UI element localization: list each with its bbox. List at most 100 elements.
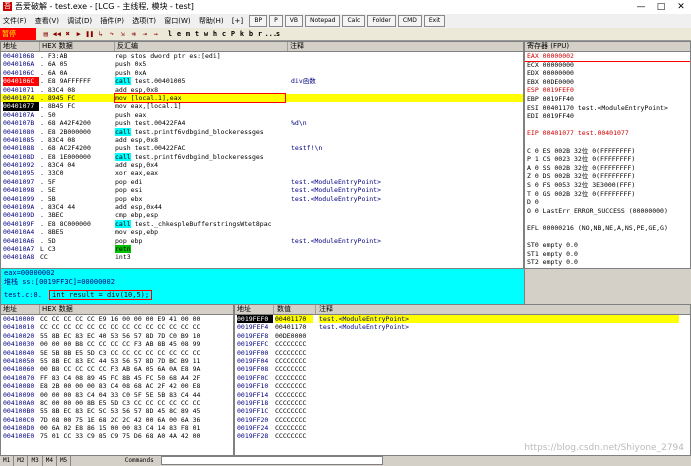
stack-row[interactable]: 0019FF08 CCCCCCCC — [235, 365, 690, 373]
table-row[interactable]: 0040109A . 83C4 44 add esp,0x44 — [1, 203, 523, 211]
stack-row[interactable]: 0019FF18 CCCCCCCC — [235, 399, 690, 407]
table-row[interactable]: 0040106C . 6A 0A push 0xA — [1, 69, 523, 77]
register-line[interactable] — [525, 232, 690, 241]
table-row[interactable]: 0040106C. E8 9AFFFFFF call test.00401005 d… — [1, 77, 523, 86]
tool-bp-button[interactable]: BP — [249, 15, 268, 27]
table-row[interactable]: 00401095 . 33C0 xor eax,eax — [1, 169, 523, 177]
register-line[interactable]: ST2 empty 0.0 — [525, 258, 690, 267]
table-row[interactable]: 00401099 . 5B pop ebx test.<ModuleEntryPoin… — [1, 195, 523, 203]
table-row[interactable]: 004010A4 . 8BE5 mov esp,ebp — [1, 228, 523, 236]
register-line[interactable]: EAX 00000002 — [525, 51, 690, 62]
register-line[interactable]: EBP 0019FF40 — [525, 95, 690, 104]
stack-row[interactable]: 0019FF0C CCCCCCCC — [235, 374, 690, 382]
disassembly-pane[interactable]: 地址 HEX 数据 反汇编 注释 00401068 . F3:AB rep stos… — [0, 41, 524, 269]
restart-icon[interactable]: ◀◀ — [51, 28, 62, 38]
dump-row[interactable]: 00410030 00 00 00 B8 CC CC CC CC F3 AB 8B… — [1, 340, 233, 348]
stack-col-address[interactable]: 地址 — [235, 305, 274, 314]
stack-row[interactable]: 0019FF14 CCCCCCCC — [235, 391, 690, 399]
table-row[interactable]: 00401071 . 83C4 08 add esp,0x8 — [1, 86, 523, 94]
maximize-icon[interactable]: □ — [651, 0, 671, 14]
menu-plugins[interactable]: 插件(P) — [97, 14, 127, 28]
goto-icon[interactable]: → — [150, 28, 161, 38]
memory-map-button[interactable]: m — [183, 28, 192, 40]
stack-col-value[interactable]: 数值 — [275, 305, 316, 314]
table-row[interactable]: 00401068 . F3:AB rep stos dword ptr es:[ed… — [1, 52, 523, 60]
dump-row[interactable]: 004100E0 75 01 CC 33 C9 85 C9 75 D6 68 A0… — [1, 432, 233, 440]
table-row[interactable]: 00401097 . 5F pop edi test.<ModuleEntryPoin… — [1, 178, 523, 186]
register-line[interactable]: P 1 CS 0023 32位 0(FFFFFFFF) — [525, 155, 690, 164]
table-row[interactable]: 00401088 . 68 AC2F4200 push test.00422FAC t… — [1, 144, 523, 152]
register-line[interactable]: ST3 empty 0.0 — [525, 267, 690, 268]
dump-row[interactable]: 00410010 CC CC CC CC CC CC CC CC CC CC CC… — [1, 323, 233, 331]
dump-row[interactable]: 004100A0 8C 00 00 00 8B E5 5D C3 CC CC CC… — [1, 399, 233, 407]
dump-row[interactable]: 004100B0 55 8B EC 83 EC 5C 53 56 57 8D 45… — [1, 407, 233, 415]
menu-help[interactable]: 帮助(H) — [196, 14, 227, 28]
stack-row[interactable]: 0019FF10 CCCCCCCC — [235, 382, 690, 390]
stack-row[interactable]: 0019FF24 CCCCCCCC — [235, 424, 690, 432]
tool-calc-button[interactable]: Calc — [342, 15, 366, 27]
stack-pane[interactable]: 地址 数值 注释 0019FEF0 00401170 test.<ModuleEnt… — [234, 304, 691, 456]
stack-row[interactable]: 0019FF28 CCCCCCCC — [235, 432, 690, 440]
col-comment[interactable]: 注释 — [288, 42, 522, 51]
source-button[interactable]: s — [273, 28, 282, 40]
references-button[interactable]: r — [255, 28, 264, 40]
windows-button[interactable]: w — [201, 28, 210, 40]
register-line[interactable] — [525, 121, 690, 130]
step-over-icon[interactable]: ↷ — [106, 28, 117, 38]
step-into-icon[interactable]: ↳ — [95, 28, 106, 38]
minimize-icon[interactable]: — — [631, 0, 651, 14]
register-line[interactable]: S 0 FS 0053 32位 3E3000(FFF) — [525, 181, 690, 190]
register-line[interactable] — [525, 215, 690, 224]
dump-row[interactable]: 00410000 CC CC CC CC CC E9 16 00 00 00 E9… — [1, 315, 233, 323]
run-trace-button[interactable]: ... — [264, 28, 277, 40]
dump-row[interactable]: 004100C0 7D 08 00 75 1E 68 2C 2C 42 00 6A… — [1, 416, 233, 424]
table-row[interactable]: 0040107B . 68 A42F4200 push test.00422FA4%… — [1, 119, 523, 127]
dump-col-address[interactable]: 地址 — [1, 305, 40, 314]
stack-row[interactable]: 0019FEF4 00401170 test.<ModuleEntryPoint> — [235, 323, 690, 331]
register-line[interactable]: EIP 00401077 test.00401077 — [525, 129, 690, 138]
dump-pane[interactable]: 地址 HEX 数据 00410000 CC CC CC CC CC E9 16 0… — [0, 304, 234, 456]
register-line[interactable]: ESP 0019FEF0 — [525, 86, 690, 95]
register-line[interactable]: ST0 empty 0.0 — [525, 241, 690, 250]
table-row[interactable]: 0040109F . E8 8C000000 call test._chkesple… — [1, 219, 523, 228]
patches-button[interactable]: P — [228, 28, 237, 40]
execute-till-return-icon[interactable]: ⇥ — [139, 28, 150, 38]
stack-col-comment[interactable]: 注释 — [317, 305, 689, 314]
table-row[interactable]: 0040107A . 50 push eax — [1, 111, 523, 119]
register-line[interactable]: ESI 00401170 test.<ModuleEntryPoint> — [525, 104, 690, 113]
commands-input[interactable] — [161, 456, 384, 465]
tool-p-button[interactable]: P — [269, 15, 283, 27]
threads-button[interactable]: t — [192, 28, 201, 40]
col-address[interactable]: 地址 — [1, 42, 40, 51]
table-row[interactable]: 00401092 . 83C4 04 add esp,0x4 — [1, 161, 523, 169]
dump-row[interactable]: 00410090 00 00 00 83 C4 04 33 C0 5F 5E 5B… — [1, 391, 233, 399]
tool-folder-button[interactable]: Folder — [367, 15, 396, 27]
register-line[interactable]: T 0 GS 002B 32位 0(FFFFFFFF) — [525, 190, 690, 199]
table-row[interactable]: 00401085 . 83C4 08 add esp,0x8 — [1, 136, 523, 144]
table-row[interactable]: 00401098 . 5E pop esi test.<ModuleEntryPoin… — [1, 186, 523, 194]
cpu-button[interactable]: c — [219, 28, 228, 40]
table-row[interactable]: 004010A6 . 5D pop ebp test.<ModuleEntryPoin… — [1, 237, 523, 245]
register-line[interactable]: EFL 00000216 (NO,NB,NE,A,NS,PE,GE,G) — [525, 224, 690, 233]
trace-into-icon[interactable]: ⇲ — [117, 28, 128, 38]
run-icon[interactable]: ▶ — [73, 28, 84, 38]
executable-modules-button[interactable]: e — [174, 28, 183, 40]
register-line[interactable]: EDX 00000000 — [525, 69, 690, 78]
close-process-icon[interactable]: ✖ — [62, 28, 73, 38]
dump-row[interactable]: 00410020 55 8B EC 83 EC 40 53 56 57 8D 7D… — [1, 332, 233, 340]
dump-col-hex[interactable]: HEX 数据 — [40, 305, 232, 314]
table-row[interactable]: 0040109D . 3BEC cmp ebp,esp — [1, 211, 523, 219]
register-line[interactable]: O 0 LastErr ERROR_SUCCESS (00000000) — [525, 207, 690, 216]
dump-row[interactable]: 00410040 5E 5B 8B E5 5D C3 CC CC CC CC CC… — [1, 349, 233, 357]
tool-exit-button[interactable]: Exit — [423, 15, 446, 27]
register-line[interactable]: ECX 00000000 — [525, 61, 690, 70]
table-row[interactable]: 004010A7 L C3 retn — [1, 244, 523, 253]
menu-file[interactable]: 文件(F) — [0, 14, 30, 28]
register-line[interactable]: EDI 0019FF40 — [525, 112, 690, 121]
menu-options[interactable]: 选项(T) — [129, 14, 159, 28]
trace-over-icon[interactable]: ⇉ — [128, 28, 139, 38]
stack-row[interactable]: 0019FF1C CCCCCCCC — [235, 407, 690, 415]
log-window-button[interactable]: l — [165, 28, 174, 40]
close-icon[interactable]: ✕ — [671, 0, 691, 14]
dump-row[interactable]: 00410050 55 8B EC 83 EC 44 53 56 57 8D 7D… — [1, 357, 233, 365]
